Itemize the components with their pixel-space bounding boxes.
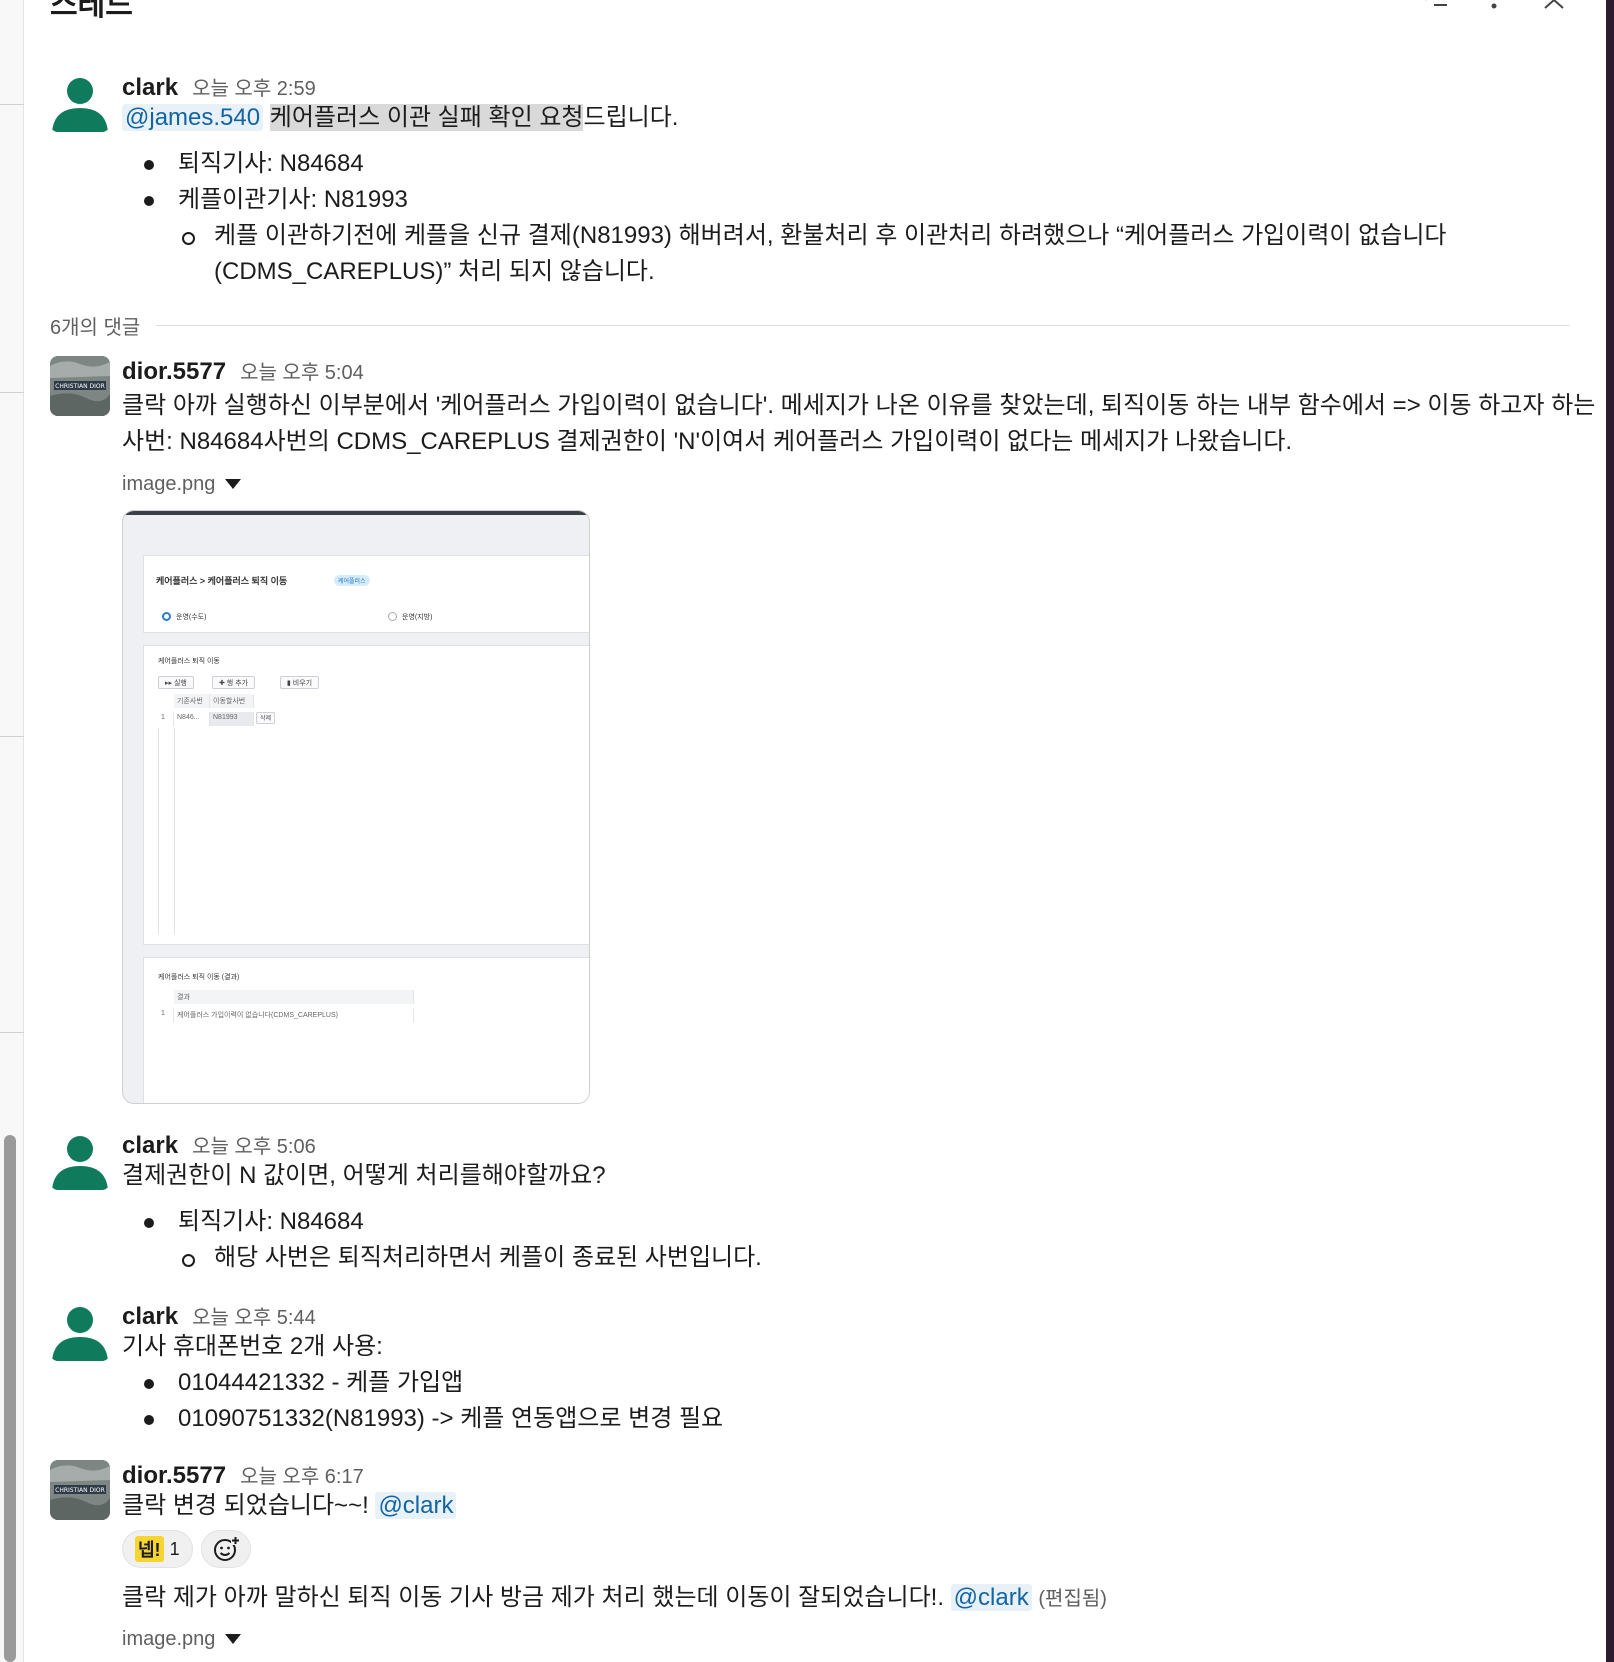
- user-mention[interactable]: @clark: [375, 1492, 457, 1519]
- svg-text:CHRISTIAN DIOR: CHRISTIAN DIOR: [55, 383, 105, 390]
- list-item: 퇴직기사: N84684: [132, 146, 1606, 182]
- list-item: 케플 이관하기전에 케플을 신규 결제(N81993) 해버려서, 환불처리 후…: [168, 218, 1606, 290]
- author-name[interactable]: dior.5577: [122, 358, 226, 386]
- message-text-body: 클락 변경 되었습니다~~!: [122, 1492, 369, 1519]
- message-text: 클락 변경 되었습니다~~! @clark: [122, 1488, 1606, 1524]
- file-name[interactable]: image.png: [122, 473, 215, 496]
- image-cell: N81993: [210, 712, 254, 726]
- bullet-list: 01044421332 - 케플 가입앱 01090751332(N81993)…: [132, 1365, 1606, 1437]
- message-text: 클락 제가 아까 말하신 퇴직 이동 기사 방금 제가 처리 했는데 이동이 잘…: [122, 1580, 1606, 1617]
- author-name[interactable]: dior.5577: [122, 1462, 226, 1490]
- sub-bullet-list: 해당 사번은 퇴직처리하면서 케플이 종료된 사번입니다.: [168, 1240, 1606, 1276]
- radio-icon: [162, 612, 171, 621]
- image-filter-panel: 케어플러스 > 케어플러스 퇴직 이동 케어플러스 운영(수도) 운영(지방): [143, 555, 589, 633]
- avatar[interactable]: [50, 72, 110, 132]
- list-check-icon[interactable]: [1416, 0, 1452, 18]
- image-row-no: 1: [158, 712, 174, 726]
- image-radio-label: 운영(수도): [176, 614, 207, 621]
- reply-count: 6개의 댓글: [50, 316, 141, 339]
- avatar[interactable]: [50, 1301, 110, 1361]
- bullet-list: 퇴직기사: N84684 케플이관기사: N81993: [132, 146, 1606, 218]
- image-col-header: 기존사번: [174, 694, 210, 708]
- highlighted-text: 케어플러스 이관 실패 확인 요청: [269, 104, 584, 131]
- user-mention[interactable]: @james.540: [122, 104, 264, 131]
- list-item: 퇴직기사: N84684: [132, 1204, 1606, 1240]
- caret-down-icon[interactable]: [225, 479, 242, 489]
- image-delete-button: 삭제: [256, 712, 276, 724]
- avatar[interactable]: [50, 1130, 110, 1190]
- list-item: 01090751332(N81993) -> 케플 연동앱으로 변경 필요: [132, 1401, 1606, 1437]
- image-run-button: ▸▸ 실행: [158, 676, 194, 689]
- user-mention[interactable]: @clark: [950, 1584, 1032, 1611]
- reply-count-divider: 6개의 댓글: [50, 313, 1570, 339]
- add-reaction-button[interactable]: [200, 1530, 251, 1568]
- image-grid-title: 케어플러스 퇴직 이동: [158, 658, 220, 665]
- image-top-bar: [123, 511, 589, 515]
- file-attachment-header[interactable]: image.png: [122, 470, 1606, 498]
- timestamp[interactable]: 오늘 오후 5:44: [192, 1301, 316, 1330]
- message-text-body: 클락 제가 아까 말하신 퇴직 이동 기사 방금 제가 처리 했는데 이동이 잘…: [122, 1584, 944, 1611]
- thread-header: 스레드: [24, 0, 1606, 22]
- sidebar-divider: [0, 104, 24, 105]
- reaction-pill[interactable]: 넵! 1: [122, 1530, 193, 1568]
- thread-title: 스레드: [50, 0, 133, 22]
- image-clear-button: ▮ 비우기: [280, 676, 320, 689]
- image-cell: 케어플러스 가입이력이 없습니다(CDMS_CAREPLUS): [174, 1008, 414, 1022]
- reaction-emoji: 넵!: [135, 1536, 164, 1562]
- author-name[interactable]: clark: [122, 1303, 178, 1331]
- avatar[interactable]: CHRISTIAN DIOR: [50, 1460, 110, 1520]
- edited-label: (편집됨): [1038, 1588, 1107, 1610]
- message-text: @james.540 케어플러스 이관 실패 확인 요청드립니다.: [122, 100, 1606, 136]
- add-emoji-icon: [213, 1536, 240, 1561]
- timestamp[interactable]: 오늘 오후 5:06: [192, 1130, 316, 1159]
- image-add-row-button: ✚ 행 추가: [212, 676, 256, 689]
- file-name[interactable]: image.png: [122, 1628, 215, 1651]
- window-edge: [1606, 0, 1614, 1662]
- svg-text:CHRISTIAN DIOR: CHRISTIAN DIOR: [55, 1487, 105, 1494]
- image-grid-line: [174, 728, 175, 934]
- image-row-no: 1: [158, 1008, 174, 1022]
- message-text: 결제권한이 N 값이면, 어떻게 처리를해야할까요?: [122, 1162, 606, 1189]
- attached-image[interactable]: 케어플러스 > 케어플러스 퇴직 이동 케어플러스 운영(수도) 운영(지방) …: [122, 510, 590, 1104]
- image-cell: N846...: [174, 712, 210, 726]
- sub-bullet-list: 케플 이관하기전에 케플을 신규 결제(N81993) 해버려서, 환불처리 후…: [168, 218, 1606, 290]
- author-name[interactable]: clark: [122, 74, 178, 102]
- divider-line: [156, 324, 1570, 326]
- radio-icon: [388, 612, 397, 621]
- image-col-header: 결과: [174, 990, 414, 1004]
- image-badge: 케어플러스: [334, 575, 370, 586]
- image-radio-label: 운영(지방): [402, 614, 433, 621]
- file-attachment-header[interactable]: image.png: [122, 1625, 1606, 1653]
- author-name[interactable]: clark: [122, 1132, 178, 1160]
- caret-down-icon[interactable]: [225, 1634, 242, 1644]
- timestamp[interactable]: 오늘 오후 5:04: [240, 356, 364, 385]
- image-grid-panel: 케어플러스 퇴직 이동 ▸▸ 실행 ✚ 행 추가 ▮ 비우기 기존사번 이동할사…: [143, 645, 589, 945]
- list-item: 01044421332 - 케플 가입앱: [132, 1365, 1606, 1401]
- image-grid-line: [158, 728, 159, 934]
- message-text: 기사 휴대폰번호 2개 사용:: [122, 1333, 383, 1360]
- reaction-bar: 넵! 1: [122, 1530, 1606, 1568]
- sidebar-divider: [0, 1032, 24, 1033]
- reaction-count: 1: [169, 1538, 180, 1559]
- sidebar-divider: [0, 392, 24, 393]
- left-sidebar-strip: [0, 0, 24, 1662]
- avatar[interactable]: CHRISTIAN DIOR: [50, 356, 110, 416]
- sidebar-divider: [0, 736, 24, 737]
- message-text: 클락 아까 실행하신 이부분에서 '케어플러스 가입이력이 없습니다'. 메세지…: [122, 392, 1596, 455]
- scrollbar[interactable]: [4, 1135, 16, 1662]
- close-icon[interactable]: [1536, 0, 1572, 18]
- image-col-header: 이동할사번: [210, 694, 254, 708]
- kebab-more-icon[interactable]: [1476, 0, 1512, 18]
- list-item: 해당 사번은 퇴직처리하면서 케플이 종료된 사번입니다.: [168, 1240, 1606, 1276]
- image-result-panel: 케어플러스 퇴직 이동 (결과) 결과 1 케어플러스 가입이력이 없습니다(C…: [143, 957, 589, 1103]
- image-breadcrumb: 케어플러스 > 케어플러스 퇴직 이동: [156, 576, 288, 586]
- timestamp[interactable]: 오늘 오후 2:59: [192, 72, 316, 101]
- list-item: 케플이관기사: N81993: [132, 182, 1606, 218]
- message-text-suffix: 드립니다.: [583, 104, 679, 131]
- timestamp[interactable]: 오늘 오후 6:17: [240, 1460, 364, 1489]
- bullet-list: 퇴직기사: N84684: [132, 1204, 1606, 1240]
- image-result-title: 케어플러스 퇴직 이동 (결과): [158, 974, 240, 981]
